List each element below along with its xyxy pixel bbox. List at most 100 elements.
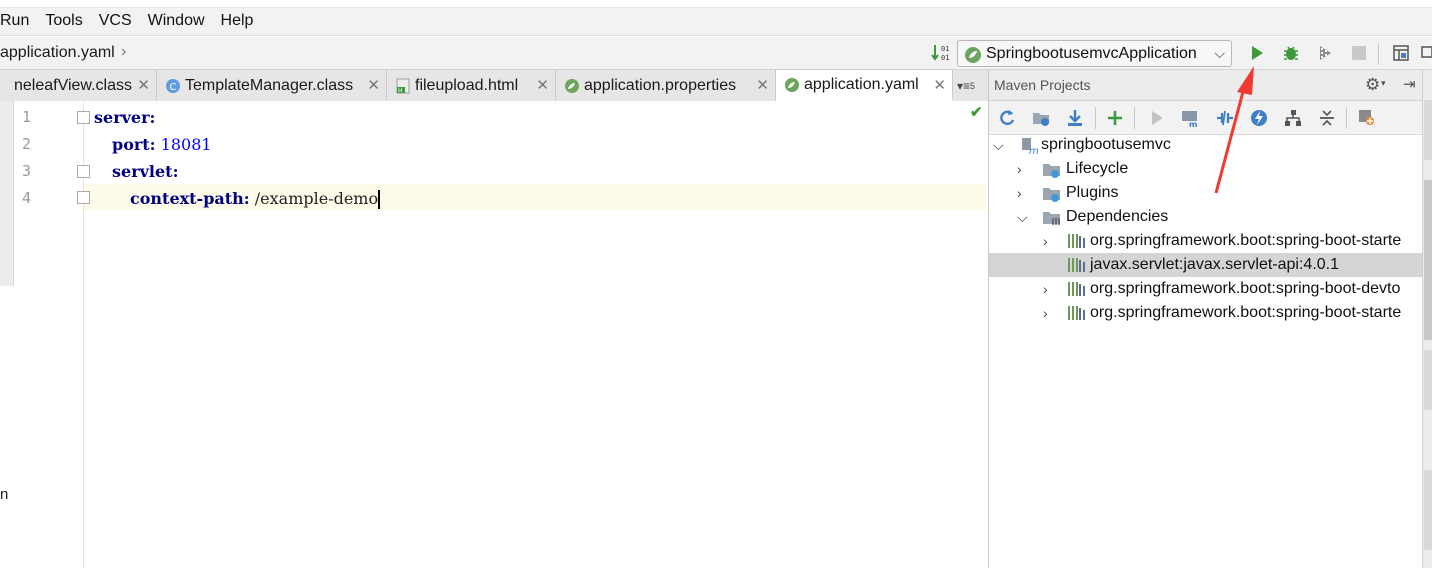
tab-application-properties[interactable]: application.properties ✕ (556, 70, 776, 101)
search-everywhere-button[interactable] (1420, 41, 1432, 65)
tab-label: neleafView.class (14, 76, 132, 94)
tree-node-project[interactable]: ⌵ m springbootusemvc (989, 133, 1423, 157)
tab-label: fileupload.html (415, 76, 519, 94)
close-icon[interactable]: ✕ (933, 76, 946, 94)
download-icon (1068, 110, 1082, 126)
yaml-value: 18081 (160, 135, 212, 154)
tree-node-dependencies[interactable]: ⌵ Dependencies (989, 205, 1423, 229)
download-sources-button[interactable] (1063, 106, 1087, 130)
chevron-down-icon[interactable]: ⌵ (1017, 209, 1028, 226)
tab-overflow-button[interactable]: ▾≡ 5 (953, 70, 988, 101)
stop-button[interactable] (1346, 41, 1372, 65)
class-c-icon: C (166, 78, 180, 93)
run-configuration-label: SpringbootusemvcApplication (986, 44, 1197, 62)
tool-window-button-bean-validation[interactable] (1424, 470, 1432, 550)
code-line-3: servlet: (112, 162, 178, 181)
debug-button[interactable] (1278, 41, 1304, 65)
tool-window-button-ant[interactable] (1424, 350, 1432, 410)
left-panel-text: n (0, 486, 9, 503)
menu-items: Run Tools VCS Window Help (0, 12, 269, 30)
tab-label: TemplateManager.class (185, 76, 354, 94)
html-file-icon: H (396, 78, 410, 94)
library-icon (1068, 282, 1085, 296)
tree-label: Plugins (1066, 184, 1119, 201)
generate-sources-button[interactable] (1029, 106, 1053, 130)
tab-templatemanager[interactable]: C TemplateManager.class ✕ (157, 70, 387, 101)
refresh-icon (1000, 110, 1015, 126)
chevron-right-icon[interactable]: › (1043, 281, 1048, 297)
toolbar-separator (1095, 107, 1096, 129)
tool-window-button-maven[interactable] (1424, 180, 1432, 340)
tree-node-plugins[interactable]: › Plugins (989, 181, 1423, 205)
lightning-icon (1251, 110, 1267, 126)
spring-leaf-icon (565, 78, 579, 93)
menu-vcs[interactable]: VCS (99, 12, 132, 30)
run-maven-build-button[interactable] (1145, 106, 1169, 130)
fold-end-icon[interactable] (77, 191, 90, 204)
show-dependencies-button[interactable] (1281, 106, 1305, 130)
execute-goal-button[interactable]: m (1179, 106, 1203, 130)
add-maven-project-button[interactable] (1103, 106, 1127, 130)
collapse-all-icon (1320, 110, 1334, 126)
yaml-key: server: (94, 108, 156, 127)
tool-window-button-database[interactable] (1424, 100, 1432, 160)
chevron-down-icon: ⌵ (1214, 45, 1225, 61)
coverage-button[interactable] (1312, 41, 1338, 65)
fold-marker-icon[interactable] (77, 111, 90, 124)
menu-run[interactable]: Run (0, 12, 29, 30)
chevron-right-icon[interactable]: › (1043, 305, 1048, 321)
svg-text:m: m (1189, 120, 1197, 128)
svg-text:01: 01 (941, 54, 949, 62)
chevron-right-icon[interactable]: › (1017, 161, 1022, 177)
menu-tools[interactable]: Tools (45, 12, 82, 30)
project-structure-button[interactable] (1388, 41, 1414, 65)
maven-projects-panel: Maven Projects ⚙ ▾ ⇥ m ⌵ m springbootuse… (988, 70, 1423, 568)
breadcrumb[interactable]: application.yaml (0, 44, 115, 62)
code-line-2: port: 18081 (112, 135, 212, 154)
tree-node-lifecycle[interactable]: › Lifecycle (989, 157, 1423, 181)
close-icon[interactable]: ✕ (756, 76, 769, 94)
run-button[interactable] (1244, 41, 1270, 65)
tab-application-yaml[interactable]: application.yaml ✕ (776, 70, 953, 101)
chevron-down-icon[interactable]: ▾ (1381, 78, 1386, 89)
run-configuration-select[interactable]: SpringbootusemvcApplication ⌵ (957, 40, 1232, 67)
close-icon[interactable]: ✕ (367, 76, 380, 94)
fold-marker-icon[interactable] (77, 165, 90, 178)
hide-panel-icon[interactable]: ⇥ (1403, 75, 1416, 93)
yaml-key: servlet: (112, 162, 179, 181)
toggle-offline-button[interactable] (1213, 106, 1237, 130)
folder-gear-icon (1043, 164, 1060, 178)
gear-icon[interactable]: ⚙ (1365, 75, 1380, 95)
dependency-label: org.springframework.boot:spring-boot-sta… (1090, 304, 1402, 321)
list-icon: ▾≡ (957, 78, 971, 93)
toolbar-separator (1134, 107, 1135, 129)
dependency-label: javax.servlet:javax.servlet-api:4.0.1 (1090, 256, 1339, 273)
menu-window[interactable]: Window (148, 12, 205, 30)
close-icon[interactable]: ✕ (536, 76, 549, 94)
code-line-4: context-path: /example-demo (130, 189, 381, 209)
panel-title: Maven Projects (994, 77, 1091, 93)
inspection-ok-icon[interactable]: ✔ (970, 103, 983, 121)
menu-help[interactable]: Help (221, 12, 254, 30)
collapse-all-button[interactable] (1315, 106, 1339, 130)
tab-thymeleafview[interactable]: neleafView.class ✕ (0, 70, 157, 101)
maven-settings-button[interactable] (1355, 106, 1379, 130)
yaml-key: context-path: (130, 189, 250, 208)
close-icon[interactable]: ✕ (137, 76, 150, 94)
library-icon (1068, 306, 1085, 320)
chevron-right-icon[interactable]: › (1043, 233, 1048, 249)
chevron-down-icon[interactable]: ⌵ (993, 137, 1004, 154)
tab-fileupload[interactable]: H fileupload.html ✕ (387, 70, 556, 101)
reimport-button[interactable] (995, 106, 1019, 130)
library-icon (1068, 258, 1085, 272)
dependency-row[interactable]: › org.springframework.boot:spring-boot-s… (989, 229, 1423, 253)
dependency-row[interactable]: › org.springframework.boot:spring-boot-s… (989, 301, 1423, 325)
toolbar-separator (1378, 43, 1379, 65)
line-number: 4 (22, 189, 32, 207)
chevron-right-icon[interactable]: › (1017, 185, 1022, 201)
yaml-value: /example-demo (254, 189, 379, 208)
dependency-row-selected[interactable]: javax.servlet:javax.servlet-api:4.0.1 (989, 253, 1423, 277)
sort-binary-icon[interactable]: 01 01 (928, 41, 954, 65)
skip-tests-button[interactable] (1247, 106, 1271, 130)
dependency-row[interactable]: › org.springframework.boot:spring-boot-d… (989, 277, 1423, 301)
